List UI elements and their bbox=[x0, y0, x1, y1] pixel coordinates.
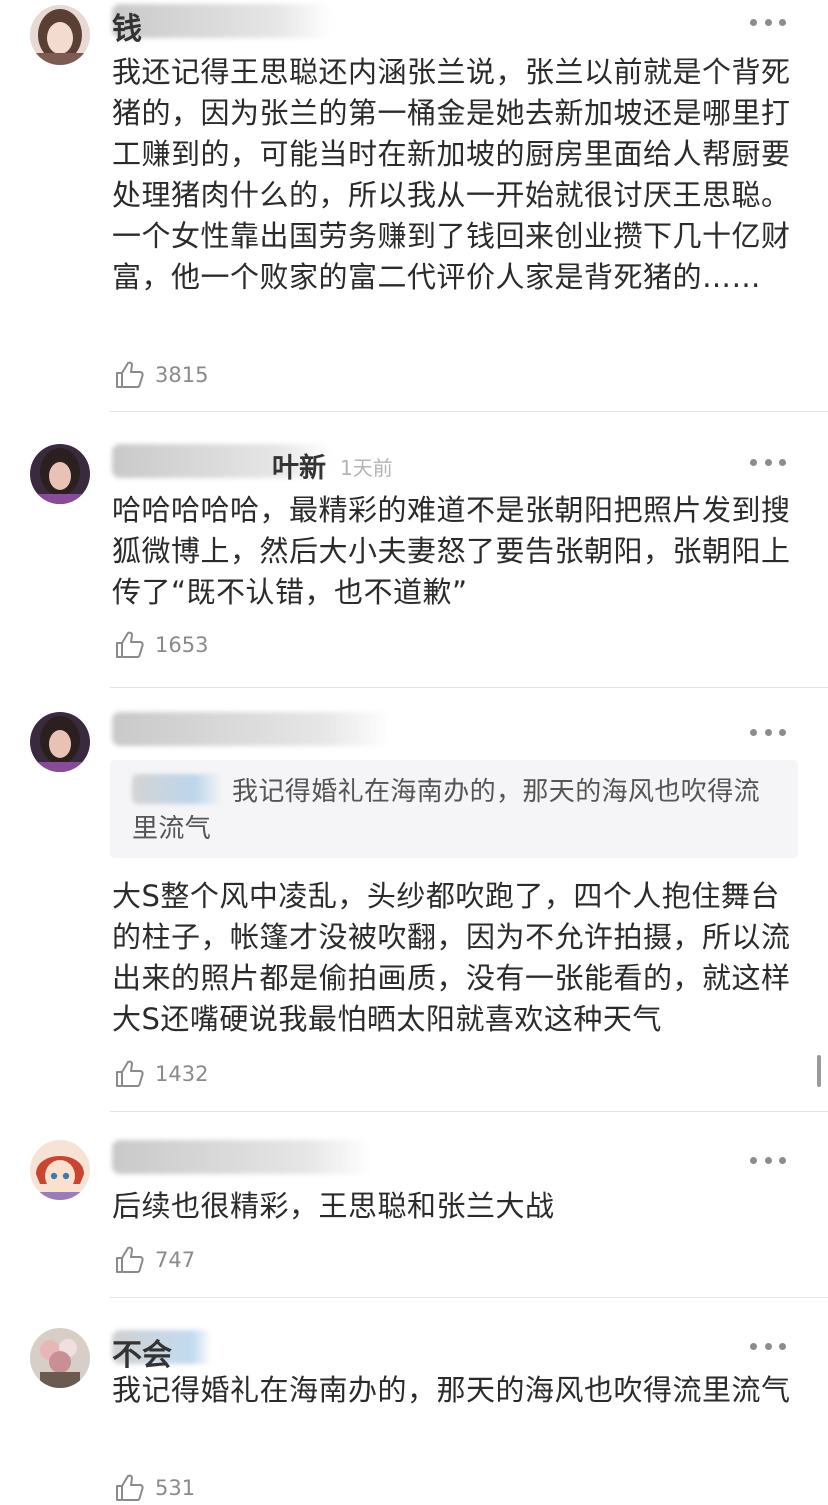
username-blurred[interactable] bbox=[112, 712, 392, 746]
like-button[interactable]: 1432 bbox=[114, 1057, 208, 1091]
username[interactable]: 叶新 bbox=[272, 446, 326, 485]
like-button[interactable]: 3815 bbox=[114, 358, 208, 392]
comment-body: 大S整个风中凌乱，头纱都吹跑了，四个人抱住舞台的柱子，帐篷才没被吹翻，因为不允许… bbox=[112, 879, 791, 1036]
more-options-icon[interactable] bbox=[750, 1154, 786, 1166]
scrollbar[interactable] bbox=[817, 1055, 821, 1087]
like-count: 1432 bbox=[155, 1062, 209, 1086]
comment-item: 不会 我记得婚礼在海南办的，那天的海风也吹得流里流气 531 bbox=[0, 1298, 828, 1504]
username[interactable]: 不会 bbox=[112, 1330, 172, 1374]
comment-item: 叶新 1天前 哈哈哈哈哈，最精彩的难道不是张朝阳把照片发到搜狐微博上，然后大小夫… bbox=[0, 412, 828, 688]
like-count: 3815 bbox=[155, 363, 209, 387]
more-options-icon[interactable] bbox=[750, 1340, 786, 1352]
like-count: 747 bbox=[155, 1248, 196, 1272]
like-button[interactable]: 1653 bbox=[114, 628, 208, 662]
avatar[interactable] bbox=[30, 1328, 90, 1388]
quoted-text: 我记得婚礼在海南办的，那天的海风也吹得流里流气 bbox=[132, 777, 761, 844]
comment-item: 我记得婚礼在海南办的，那天的海风也吹得流里流气 大S整个风中凌乱，头纱都吹跑了，… bbox=[0, 688, 828, 1112]
comment-body: 哈哈哈哈哈，最精彩的难道不是张朝阳把照片发到搜狐微博上，然后大小夫妻怒了要告张朝… bbox=[112, 493, 791, 609]
username-blurred[interactable] bbox=[112, 1140, 372, 1174]
comment-body: 我记得婚礼在海南办的，那天的海风也吹得流里流气 bbox=[112, 1373, 791, 1407]
avatar[interactable] bbox=[30, 712, 90, 772]
thumbs-up-icon bbox=[116, 631, 144, 658]
avatar[interactable] bbox=[30, 5, 90, 65]
more-options-icon[interactable] bbox=[750, 456, 786, 468]
comment-item: 后续也很精彩，王思聪和张兰大战 747 bbox=[0, 1112, 828, 1298]
username-blurred[interactable] bbox=[112, 4, 332, 38]
comment-body: 我还记得王思聪还内涵张兰说，张兰以前就是个背死猪的，因为张兰的第一桶金是她去新加… bbox=[112, 55, 791, 294]
more-options-icon[interactable] bbox=[750, 16, 786, 28]
like-button[interactable]: 531 bbox=[114, 1471, 195, 1505]
like-count: 531 bbox=[155, 1476, 196, 1500]
comment-body: 后续也很精彩，王思聪和张兰大战 bbox=[112, 1189, 555, 1223]
thumbs-up-icon bbox=[116, 1474, 144, 1501]
quoted-reply[interactable]: 我记得婚礼在海南办的，那天的海风也吹得流里流气 bbox=[110, 760, 798, 858]
avatar[interactable] bbox=[30, 1140, 90, 1200]
more-options-icon[interactable] bbox=[750, 726, 786, 738]
thumbs-up-icon bbox=[116, 1060, 144, 1087]
like-count: 1653 bbox=[155, 633, 209, 657]
like-button[interactable]: 747 bbox=[114, 1243, 195, 1277]
thumbs-up-icon bbox=[116, 1246, 144, 1273]
username[interactable]: 钱 bbox=[112, 4, 142, 48]
comment-item: 钱 我还记得王思聪还内涵张兰说，张兰以前就是个背死猪的，因为张兰的第一桶金是她去… bbox=[0, 0, 828, 412]
timestamp: 1天前 bbox=[340, 456, 393, 480]
avatar[interactable] bbox=[30, 444, 90, 504]
thumbs-up-icon bbox=[116, 361, 144, 388]
